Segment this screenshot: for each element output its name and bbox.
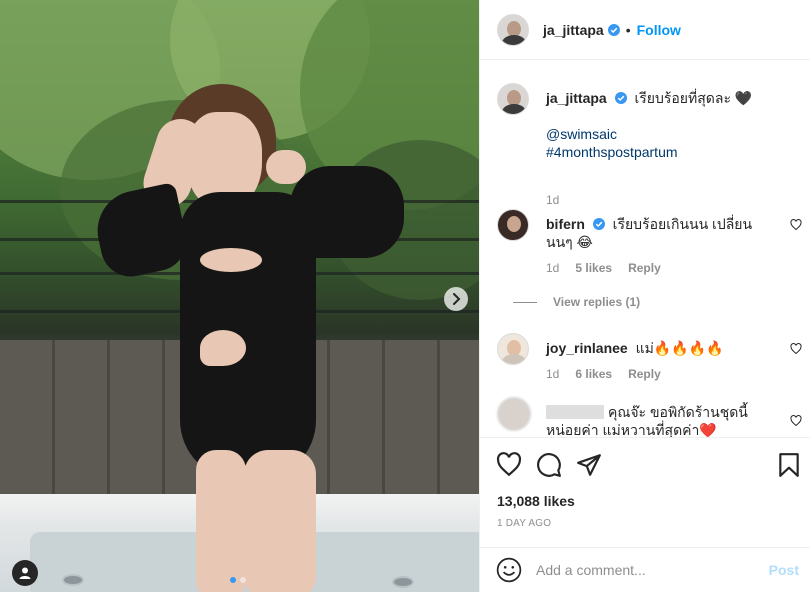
reply-button[interactable]: Reply <box>628 367 661 381</box>
chevron-right-icon <box>453 293 461 305</box>
photo-leg-left <box>196 450 246 592</box>
comments-list[interactable]: ja_jittapa เรียบร้อยที่สุดละ 🖤 @swimsaic… <box>480 61 810 437</box>
tagged-users-button[interactable] <box>12 560 38 586</box>
photo-tub-jet <box>392 576 414 588</box>
carousel-next-button[interactable] <box>444 287 468 311</box>
comment-username-redacted <box>546 405 604 419</box>
comment-age: 1d <box>546 367 560 381</box>
comment-likes[interactable]: 5 likes <box>575 261 612 275</box>
author-avatar[interactable] <box>497 13 529 46</box>
comment-text: แม่🔥🔥🔥🔥 <box>635 340 724 356</box>
carousel-dot-active <box>230 577 236 583</box>
comment-username[interactable]: joy_rinlanee <box>546 340 628 356</box>
comment-meta: 1d 6 likes Reply <box>546 367 661 381</box>
add-comment-bar: Post <box>480 547 810 592</box>
follow-button[interactable]: Follow <box>637 22 681 38</box>
verified-badge-icon <box>592 218 605 230</box>
photo-tub-jet <box>62 574 84 586</box>
carousel-indicator <box>230 577 246 583</box>
carousel-dot <box>240 577 246 583</box>
caption-hashtag[interactable]: #4monthspostpartum <box>546 143 771 161</box>
comment-avatar[interactable] <box>497 397 531 431</box>
photo-cutout-waist <box>200 330 246 366</box>
comment-username[interactable]: bifern <box>546 216 585 232</box>
comment-avatar[interactable] <box>497 209 529 241</box>
caption-mention[interactable]: @swimsaic <box>546 125 771 143</box>
caption-meta: 1d <box>546 193 559 207</box>
emoji-icon[interactable] <box>496 557 522 583</box>
comment-text-block: joy_rinlanee แม่🔥🔥🔥🔥 <box>546 339 771 357</box>
comment-text-block: bifern เรียบร้อยเกินนน เปลี่ยนนนๆ 😂 <box>546 215 771 251</box>
caption-text: เรียบร้อยที่สุดละ 🖤 <box>634 90 753 106</box>
post-date[interactable]: 1 DAY AGO <box>497 518 551 529</box>
photo-cutout-top <box>200 248 262 272</box>
view-replies-line <box>513 301 537 303</box>
header-separator: • <box>625 21 631 38</box>
share-icon[interactable] <box>576 452 602 478</box>
comment-avatar[interactable] <box>497 333 529 365</box>
photo-leg-right <box>244 450 316 592</box>
post-actions: 13,088 likes 1 DAY AGO <box>480 437 810 547</box>
verified-badge-icon <box>607 23 620 36</box>
photo-swimsuit-body <box>180 192 316 480</box>
comment-text-block: คุณจ๊ะ ขอพิกัดร้านชุดนี้หน่อยค่า แม่หวาน… <box>546 403 771 437</box>
comment-meta: 1d 5 likes Reply <box>546 261 661 275</box>
view-replies-label: View replies (1) <box>553 295 641 309</box>
caption-text-block: ja_jittapa เรียบร้อยที่สุดละ 🖤 @swimsaic… <box>546 89 771 161</box>
post-comment-button[interactable]: Post <box>769 562 799 578</box>
caption-age: 1d <box>546 193 560 207</box>
view-replies-button[interactable]: View replies (1) <box>513 295 640 309</box>
bookmark-icon[interactable] <box>776 452 802 478</box>
reply-button[interactable]: Reply <box>628 261 661 275</box>
caption-avatar[interactable] <box>497 83 529 115</box>
heart-icon[interactable] <box>790 415 802 427</box>
user-tag-icon <box>19 567 31 579</box>
comment-likes[interactable]: 6 likes <box>575 367 612 381</box>
comment-age: 1d <box>546 261 560 275</box>
likes-count[interactable]: 13,088 likes <box>497 493 575 509</box>
heart-icon[interactable] <box>790 219 802 231</box>
post-side-panel: ja_jittapa • Follow ja_jittapa เรียบร้อย… <box>479 0 810 592</box>
caption-username[interactable]: ja_jittapa <box>546 90 607 106</box>
comment-input[interactable] <box>536 562 756 578</box>
verified-badge-icon <box>614 92 627 104</box>
post-header: ja_jittapa • Follow <box>480 0 810 60</box>
heart-icon[interactable] <box>790 343 802 355</box>
comment-icon[interactable] <box>536 452 562 478</box>
heart-icon[interactable] <box>496 452 522 478</box>
author-username[interactable]: ja_jittapa <box>543 22 604 38</box>
post-photo[interactable] <box>0 0 479 592</box>
